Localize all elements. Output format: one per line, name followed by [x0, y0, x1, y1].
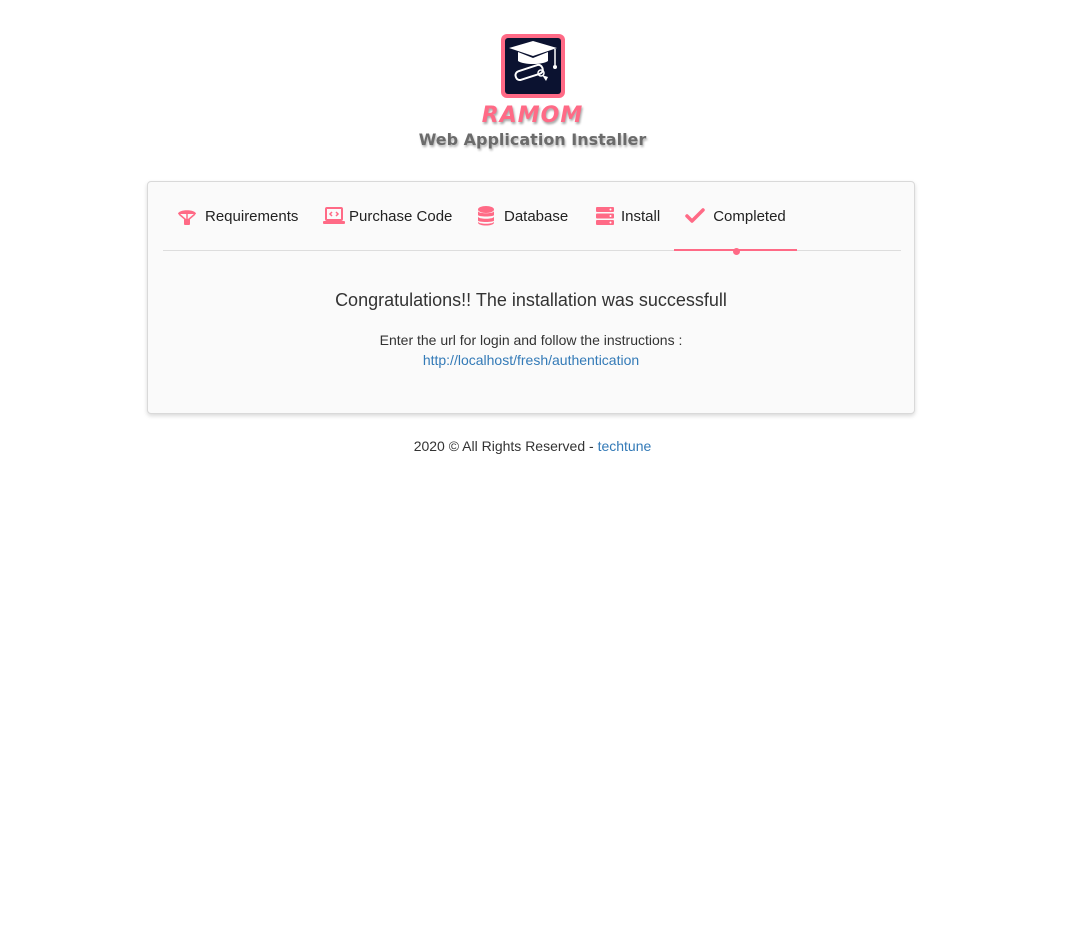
tab-label: Purchase Code	[349, 207, 453, 225]
active-tab-indicator	[732, 248, 740, 255]
graduation-cap-icon	[501, 34, 565, 98]
installer-card: Requirements Purchase Code Database Inst…	[147, 181, 915, 414]
server-icon	[596, 207, 614, 225]
brand-subtitle: Web Application Installer	[418, 130, 647, 149]
footer-author-link[interactable]: techtune	[598, 438, 652, 454]
brand-name: RAMOM	[481, 103, 584, 128]
footer: 2020 © All Rights Reserved - techtune	[0, 438, 1065, 454]
tab-install[interactable]: Install	[596, 182, 660, 250]
tab-purchase-code[interactable]: Purchase Code	[323, 182, 452, 250]
copyright-text: 2020 © All Rights Reserved -	[413, 438, 598, 454]
success-heading: Congratulations!! The installation was s…	[335, 290, 727, 310]
app-logo	[498, 31, 568, 101]
check-icon	[685, 208, 705, 224]
tab-completed[interactable]: Completed	[674, 182, 797, 255]
laptop-code-icon	[323, 207, 345, 225]
installer-steps: Requirements Purchase Code Database Inst…	[163, 182, 901, 255]
tab-label: Completed	[713, 207, 786, 225]
tab-requirements[interactable]: Requirements	[177, 182, 298, 250]
tab-label: Install	[621, 207, 661, 225]
tab-database[interactable]: Database	[478, 182, 568, 250]
login-instruction: Enter the url for login and follow the i…	[379, 332, 683, 348]
parachute-icon	[177, 207, 197, 225]
login-url-container: http://localhost/fresh/authentication	[148, 352, 914, 368]
login-url-link[interactable]: http://localhost/fresh/authentication	[423, 352, 639, 368]
database-icon	[478, 206, 494, 226]
tab-label: Requirements	[205, 207, 299, 225]
tab-label: Database	[504, 207, 569, 225]
